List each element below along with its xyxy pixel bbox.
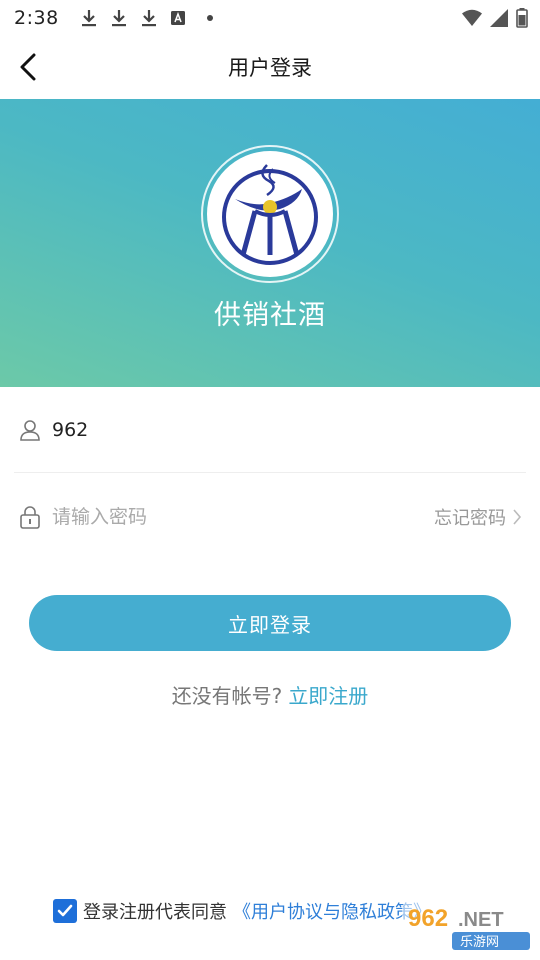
app-logo <box>201 145 339 283</box>
hero-banner: 供销社酒 <box>0 99 540 387</box>
signal-icon <box>490 9 508 27</box>
wine-vessel-logo-icon <box>222 164 318 265</box>
system-icons <box>462 8 528 28</box>
svg-text:乐游网: 乐游网 <box>460 935 499 950</box>
app-name: 供销社酒 <box>214 300 326 331</box>
register-row: 还没有帐号? 立即注册 <box>0 680 540 709</box>
page-title: 用户登录 <box>228 56 312 80</box>
status-bar: 2:38 <box>0 0 540 36</box>
svg-text:962: 962 <box>408 905 448 932</box>
chevron-left-icon <box>20 53 36 81</box>
username-input[interactable] <box>52 418 526 441</box>
wifi-icon <box>462 9 482 26</box>
agreement-checkbox[interactable] <box>53 899 77 923</box>
no-account-text: 还没有帐号? <box>171 684 283 708</box>
battery-icon <box>516 8 528 28</box>
chevron-right-icon <box>513 509 522 525</box>
username-field-row <box>14 387 526 473</box>
more-notifications-icon <box>206 15 213 21</box>
app-notification-icon <box>170 11 185 25</box>
register-link[interactable]: 立即注册 <box>288 684 368 708</box>
status-time: 2:38 <box>14 7 59 29</box>
user-icon <box>18 418 42 442</box>
password-input[interactable] <box>52 506 434 528</box>
svg-text:.NET: .NET <box>458 909 504 931</box>
site-watermark-logo: 962 .NET 乐游网 <box>402 902 534 952</box>
download-icon <box>111 10 126 27</box>
agreement-text: 登录注册代表同意 <box>83 902 227 923</box>
lock-icon <box>18 505 42 529</box>
password-field-row: 忘记密码 <box>14 474 526 560</box>
download-icon <box>141 10 156 27</box>
back-button[interactable] <box>12 50 44 84</box>
notification-icons <box>81 9 213 27</box>
download-icon <box>81 10 96 27</box>
forgot-password-label: 忘记密码 <box>434 508 506 529</box>
login-button[interactable]: 立即登录 <box>29 595 511 651</box>
agreement-row: 登录注册代表同意 《用户协议与隐私政策》 <box>53 896 431 926</box>
forgot-password-link[interactable]: 忘记密码 <box>434 504 522 530</box>
checkmark-icon <box>57 904 73 917</box>
app-header: 用户登录 <box>0 36 540 98</box>
